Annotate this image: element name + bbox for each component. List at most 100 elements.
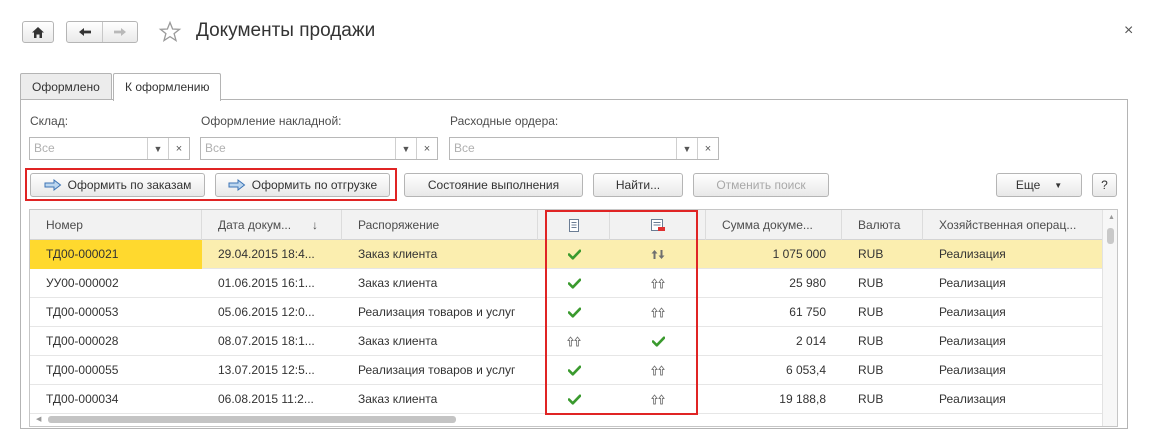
table-row[interactable]: ТД00-000028 08.07.2015 18:1... Заказ клиен… (30, 327, 1102, 356)
invoice-processing-filter-value[interactable]: Все (201, 138, 395, 159)
warehouse-filter[interactable]: Все ▼ × (29, 137, 190, 160)
scroll-left-icon[interactable]: ◀ (36, 415, 41, 423)
cell-operation[interactable]: Реализация (923, 356, 1102, 385)
invoice-processing-filter[interactable]: Все ▼ × (200, 137, 438, 160)
col-expense-order-status[interactable] (610, 210, 706, 240)
cell-sum[interactable]: 6 053,4 (706, 356, 842, 385)
tab-to-process[interactable]: К оформлению (113, 73, 222, 101)
cell-currency[interactable]: RUB (842, 298, 923, 327)
cell-invoice-status[interactable] (538, 356, 610, 385)
favorite-star-icon[interactable] (158, 20, 182, 44)
cell-order[interactable]: Заказ клиента (342, 269, 538, 298)
clear-icon[interactable]: × (697, 138, 718, 159)
cell-number[interactable]: ТД00-000034 (30, 385, 202, 414)
chevron-down-icon[interactable]: ▼ (676, 138, 697, 159)
sort-desc-icon: ↓ (312, 218, 318, 232)
process-by-shipment-button[interactable]: Оформить по отгрузке (215, 173, 390, 197)
cell-order[interactable]: Заказ клиента (342, 385, 538, 414)
col-sum[interactable]: Сумма докуме... (706, 210, 842, 240)
cell-expense-order-status[interactable] (610, 385, 706, 414)
cell-expense-order-status[interactable] (610, 327, 706, 356)
cell-currency[interactable]: RUB (842, 356, 923, 385)
col-operation[interactable]: Хозяйственная операц... (923, 210, 1102, 240)
process-by-orders-button[interactable]: Оформить по заказам (30, 173, 205, 197)
close-icon[interactable]: × (1124, 22, 1133, 40)
cell-date[interactable]: 05.06.2015 12:0... (202, 298, 342, 327)
invoice-processing-label: Оформление накладной: (201, 114, 342, 128)
cell-invoice-status[interactable] (538, 269, 610, 298)
table-row[interactable]: УУ00-000002 01.06.2015 16:1... Заказ клиен… (30, 269, 1102, 298)
col-order[interactable]: Распоряжение (342, 210, 538, 240)
cell-expense-order-status[interactable] (610, 269, 706, 298)
cell-operation[interactable]: Реализация (923, 385, 1102, 414)
cell-number[interactable]: ТД00-000021 (30, 240, 202, 269)
cell-invoice-status[interactable] (538, 298, 610, 327)
col-currency[interactable]: Валюта (842, 210, 923, 240)
cell-date[interactable]: 01.06.2015 16:1... (202, 269, 342, 298)
cell-operation[interactable]: Реализация (923, 240, 1102, 269)
cell-sum[interactable]: 2 014 (706, 327, 842, 356)
cell-expense-order-status[interactable] (610, 298, 706, 327)
cell-order[interactable]: Реализация товаров и услуг (342, 356, 538, 385)
cell-number[interactable]: ТД00-000055 (30, 356, 202, 385)
cell-number[interactable]: ТД00-000053 (30, 298, 202, 327)
cancel-search-button[interactable]: Отменить поиск (693, 173, 829, 197)
table-row[interactable]: ТД00-000021 29.04.2015 18:4... Заказ клиен… (30, 240, 1102, 269)
more-button[interactable]: Еще ▼ (996, 173, 1082, 197)
cell-expense-order-status[interactable] (610, 240, 706, 269)
help-button[interactable]: ? (1092, 173, 1117, 197)
cell-sum[interactable]: 1 075 000 (706, 240, 842, 269)
cell-order[interactable]: Заказ клиента (342, 327, 538, 356)
page-title: Документы продажи (196, 20, 376, 41)
check-icon (651, 336, 665, 347)
cell-invoice-status[interactable] (538, 385, 610, 414)
cell-operation[interactable]: Реализация (923, 327, 1102, 356)
double-up-arrow-icon (651, 307, 665, 318)
cell-operation[interactable]: Реализация (923, 269, 1102, 298)
forward-button[interactable] (102, 22, 137, 42)
cell-date[interactable]: 13.07.2015 12:5... (202, 356, 342, 385)
cell-sum[interactable]: 19 188,8 (706, 385, 842, 414)
chevron-down-icon[interactable]: ▼ (147, 138, 168, 159)
cell-number[interactable]: ТД00-000028 (30, 327, 202, 356)
clear-icon[interactable]: × (416, 138, 437, 159)
cell-date[interactable]: 06.08.2015 11:2... (202, 385, 342, 414)
expense-orders-filter-value[interactable]: Все (450, 138, 676, 159)
table-row[interactable]: ТД00-000055 13.07.2015 12:5... Реализация … (30, 356, 1102, 385)
cell-currency[interactable]: RUB (842, 385, 923, 414)
expense-orders-filter[interactable]: Все ▼ × (449, 137, 719, 160)
cell-expense-order-status[interactable] (610, 356, 706, 385)
vertical-scroll-thumb[interactable] (1107, 228, 1114, 244)
execution-status-button[interactable]: Состояние выполнения (404, 173, 583, 197)
clear-icon[interactable]: × (168, 138, 189, 159)
chevron-down-icon[interactable]: ▼ (395, 138, 416, 159)
cell-currency[interactable]: RUB (842, 240, 923, 269)
cell-date[interactable]: 08.07.2015 18:1... (202, 327, 342, 356)
cell-number[interactable]: УУ00-000002 (30, 269, 202, 298)
cell-invoice-status[interactable] (538, 327, 610, 356)
col-date[interactable]: Дата докум... ↓ (202, 210, 342, 240)
col-number[interactable]: Номер (30, 210, 202, 240)
back-button[interactable] (67, 22, 102, 42)
vertical-scrollbar[interactable]: ▲ (1102, 210, 1117, 426)
history-nav (66, 21, 138, 43)
table-row[interactable]: ТД00-000034 06.08.2015 11:2... Заказ клиен… (30, 385, 1102, 414)
find-button[interactable]: Найти... (593, 173, 683, 197)
scroll-up-icon[interactable]: ▲ (1108, 214, 1115, 221)
cell-currency[interactable]: RUB (842, 269, 923, 298)
cell-currency[interactable]: RUB (842, 327, 923, 356)
cell-operation[interactable]: Реализация (923, 298, 1102, 327)
cell-invoice-status[interactable] (538, 240, 610, 269)
cell-sum[interactable]: 61 750 (706, 298, 842, 327)
cell-date[interactable]: 29.04.2015 18:4... (202, 240, 342, 269)
cell-sum[interactable]: 25 980 (706, 269, 842, 298)
home-button[interactable] (22, 21, 54, 43)
col-invoice-status[interactable] (538, 210, 610, 240)
horizontal-scroll-thumb[interactable] (48, 416, 456, 423)
tab-processed[interactable]: Оформлено (20, 73, 112, 100)
horizontal-scrollbar[interactable]: ◀ (30, 412, 1102, 426)
table-row[interactable]: ТД00-000053 05.06.2015 12:0... Реализация … (30, 298, 1102, 327)
cell-order[interactable]: Заказ клиента (342, 240, 538, 269)
cell-order[interactable]: Реализация товаров и услуг (342, 298, 538, 327)
warehouse-filter-value[interactable]: Все (30, 138, 147, 159)
